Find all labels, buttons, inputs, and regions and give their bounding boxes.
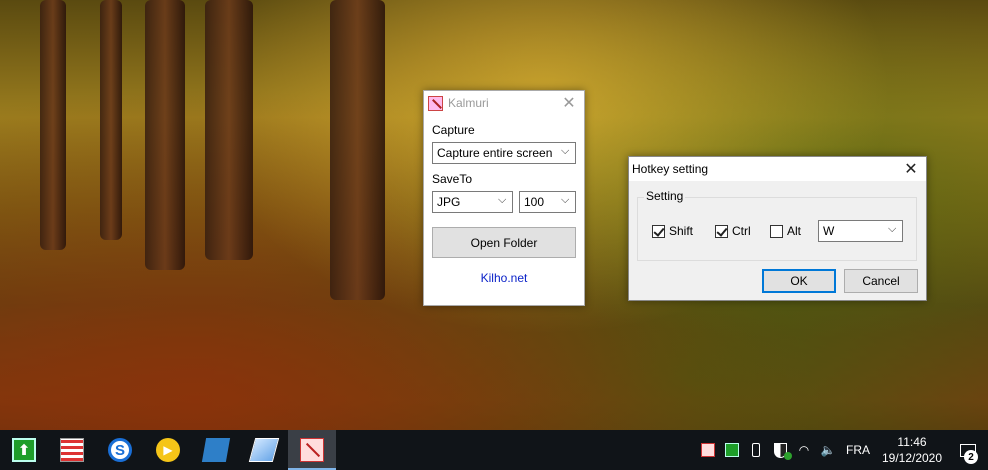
volume-icon: 🔈 [820,443,836,457]
wallpaper-tree [145,0,185,270]
kalmuri-titlebar[interactable]: Kalmuri ✕ [424,91,584,115]
hotkey-title: Hotkey setting [632,162,709,176]
tray-security[interactable] [768,430,792,470]
wifi-icon: ◠ [798,443,810,457]
taskbar-app-green-arrow[interactable]: ⬆ [0,430,48,470]
notification-count-badge: 2 [964,450,978,464]
green-up-arrow-tray-icon [725,443,739,457]
kalmuri-title: Kalmuri [448,96,489,110]
glass-pane-icon [248,438,280,462]
hotkey-key-select[interactable]: W ⌵ [818,220,903,242]
clock-time: 11:46 [897,435,927,449]
chevron-down-icon: ⌵ [561,194,570,206]
format-select[interactable]: JPG ⌵ [432,191,513,213]
hotkey-titlebar[interactable]: Hotkey setting ✕ [629,157,926,181]
quality-select[interactable]: 100 ⌵ [519,191,576,213]
wallpaper-tree [205,0,253,260]
cancel-button[interactable]: Cancel [844,269,918,293]
tray-usb[interactable] [744,430,768,470]
ok-button[interactable]: OK [762,269,836,293]
hotkey-dialog: Hotkey setting ✕ Setting Shift Ctrl Alt … [628,156,927,301]
taskbar-app-spreadsheet[interactable] [48,430,96,470]
close-icon[interactable]: ✕ [554,91,584,115]
taskbar-app-sticky-notes[interactable] [192,430,240,470]
ctrl-checkbox[interactable]: Ctrl [715,224,751,238]
capture-mode-select[interactable]: Capture entire screen ⌵ [432,142,576,164]
saveto-label: SaveTo [432,172,473,186]
tray-green-arrow[interactable] [720,430,744,470]
hotkey-key-value: W [823,224,835,238]
chevron-down-icon: ⌵ [888,223,897,235]
setting-group-label: Setting [644,189,686,203]
taskbar: ⬆ S ▶ ◠ 🔈 FRA 11:46 19/12/2020 2 [0,430,988,470]
spreadsheet-icon [60,438,84,462]
chevron-down-icon: ⌵ [561,145,570,157]
kilho-link[interactable]: Kilho.net [432,271,576,285]
kalmuri-icon [300,438,324,462]
alt-label: Alt [787,224,802,238]
chevron-down-icon: ⌵ [498,194,507,206]
tray-volume[interactable]: 🔈 [816,430,840,470]
setting-group: Setting Shift Ctrl Alt W ⌵ [637,189,917,261]
kalmuri-app-icon [428,95,443,111]
open-folder-button[interactable]: Open Folder [432,227,576,258]
taskbar-app-glass[interactable] [240,430,288,470]
security-shield-icon [773,442,792,460]
green-up-arrow-icon: ⬆ [12,438,36,462]
ctrl-label: Ctrl [732,224,751,238]
shift-checkbox[interactable]: Shift [652,224,693,238]
wallpaper-tree [40,0,66,250]
alt-checkbox-box[interactable] [770,224,783,238]
clock-date: 19/12/2020 [881,451,943,465]
ctrl-checkbox-box[interactable] [715,224,728,238]
clock[interactable]: 11:46 19/12/2020 [876,434,948,466]
taskbar-app-media-player[interactable]: ▶ [144,430,192,470]
wallpaper-tree [330,0,385,300]
wallpaper-tree [100,0,122,240]
quality-value: 100 [524,195,545,209]
taskbar-app-s-circle[interactable]: S [96,430,144,470]
taskbar-app-kalmuri[interactable] [288,430,336,470]
capture-label: Capture [432,123,475,137]
shift-label: Shift [669,224,694,238]
capture-mode-value: Capture entire screen [437,146,553,160]
tray-wifi[interactable]: ◠ [792,430,816,470]
system-tray: ◠ 🔈 FRA 11:46 19/12/2020 2 [696,430,988,470]
notification-center-button[interactable]: 2 [948,430,988,470]
close-icon[interactable]: ✕ [896,157,926,181]
kalmuri-tray-icon [701,443,715,457]
sticky-note-icon [201,438,231,462]
language-indicator[interactable]: FRA [840,443,876,457]
format-value: JPG [437,195,461,209]
shift-checkbox-box[interactable] [652,224,665,238]
usb-drive-icon [752,443,760,457]
tray-kalmuri[interactable] [696,430,720,470]
kalmuri-window: Kalmuri ✕ Capture Capture entire screen … [423,90,585,306]
play-icon: ▶ [156,438,180,462]
alt-checkbox[interactable]: Alt [770,224,801,238]
s-circle-icon: S [108,438,132,462]
